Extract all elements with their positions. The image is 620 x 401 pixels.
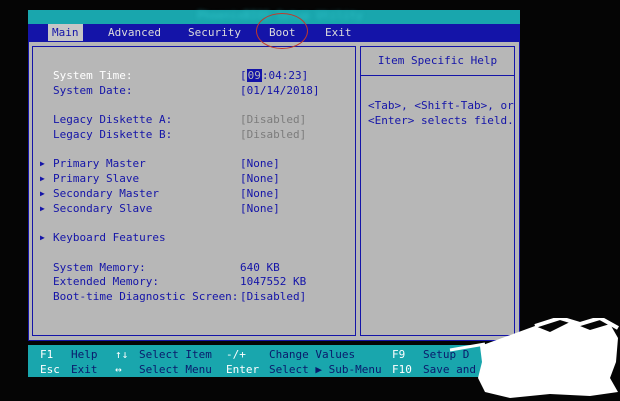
key-enter: Enter (226, 363, 260, 376)
key-leftright-icon: ↔ (115, 363, 122, 376)
extended-memory-label: Extended Memory: (53, 275, 159, 288)
help-divider (360, 75, 515, 76)
extended-memory-value: 1047552 KB (240, 275, 307, 288)
boot-diag-field[interactable]: [Disabled] (240, 290, 306, 304)
keyboard-features-label[interactable]: Keyboard Features (53, 231, 166, 245)
primary-master-label[interactable]: Primary Master (53, 157, 146, 171)
help-title: Item Specific Help (377, 54, 498, 67)
help-line-1: <Tab>, <Shift-Tab>, or (368, 99, 514, 112)
boot-diag-label: Boot-time Diagnostic Screen: (53, 290, 239, 303)
secondary-slave-arrow-icon: ▶ (40, 204, 45, 213)
secondary-slave-value: [None] (240, 202, 280, 215)
key-plusminus-desc: Change Values (269, 348, 356, 361)
key-esc: Esc (40, 363, 60, 376)
key-enter-desc: Select ▶ Sub-Menu (269, 363, 382, 376)
redaction-overlay (449, 318, 619, 398)
legacy-b-field[interactable]: [Disabled] (240, 128, 306, 142)
legacy-b-label: Legacy Diskette B: (53, 128, 173, 141)
help-line-2: <Enter> selects field. (368, 114, 514, 127)
keyboard-features-arrow-icon: ▶ (40, 233, 45, 242)
key-f9: F9 (392, 348, 406, 361)
primary-master-value: [None] (240, 157, 280, 170)
system-date-field[interactable]: [01/14/2018] (240, 84, 319, 98)
system-time-field[interactable]: [09:04:23] (240, 69, 308, 83)
legacy-a-label: Legacy Diskette A: (53, 113, 173, 126)
primary-slave-value: [None] (240, 172, 280, 185)
key-f1-desc: Help (71, 348, 98, 361)
system-time-prefix: [ (240, 69, 247, 82)
key-plusminus: -/+ (226, 348, 246, 361)
secondary-slave-label[interactable]: Secondary Slave (53, 202, 152, 216)
key-leftright-desc: Select Menu (139, 363, 212, 376)
key-updown-icon: ↑↓ (115, 348, 129, 361)
annotation-circle (256, 13, 308, 49)
secondary-master-label[interactable]: Secondary Master (53, 187, 159, 201)
tab-advanced[interactable]: Advanced (108, 24, 161, 41)
system-date-label: System Date: (53, 84, 133, 97)
key-updown-desc: Select Item (139, 348, 212, 361)
secondary-master-value: [None] (240, 187, 280, 200)
help-frame (360, 46, 515, 336)
secondary-master-arrow-icon: ▶ (40, 189, 45, 198)
system-time-hour[interactable]: 09 (246, 69, 262, 82)
legacy-a-field[interactable]: [Disabled] (240, 113, 306, 127)
system-time-rest: :04:23] (261, 69, 309, 82)
key-esc-desc: Exit (71, 363, 98, 376)
tab-main[interactable]: Main (48, 24, 83, 41)
tab-security[interactable]: Security (188, 24, 241, 41)
system-memory-value: 640 KB (240, 261, 280, 274)
tab-exit[interactable]: Exit (325, 24, 352, 41)
primary-slave-label[interactable]: Primary Slave (53, 172, 139, 186)
system-memory-label: System Memory: (53, 261, 146, 274)
primary-master-arrow-icon: ▶ (40, 159, 45, 168)
system-time-label: System Time: (53, 69, 133, 82)
primary-slave-arrow-icon: ▶ (40, 174, 45, 183)
key-f1: F1 (40, 348, 54, 361)
key-f10: F10 (392, 363, 412, 376)
